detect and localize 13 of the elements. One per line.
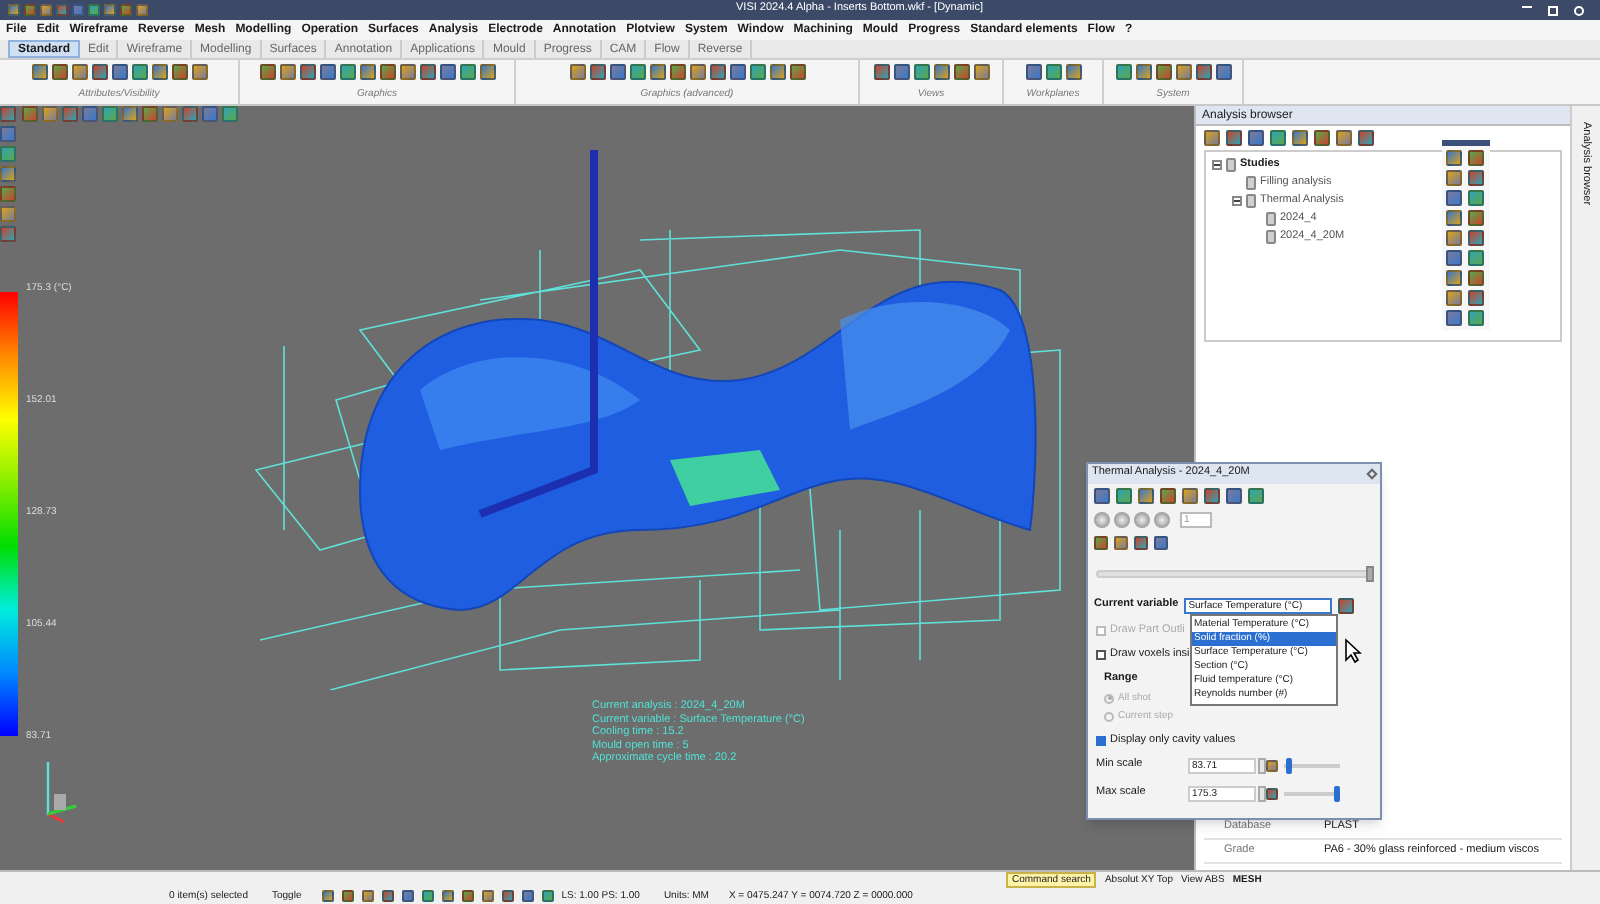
- expander-icon[interactable]: [1212, 160, 1222, 170]
- tool-icon[interactable]: [1338, 598, 1355, 614]
- timeline-slider-thumb[interactable]: [1366, 566, 1374, 582]
- checkbox[interactable]: [1096, 649, 1106, 660]
- expander-icon[interactable]: [1232, 196, 1242, 206]
- checkbox[interactable]: [1096, 735, 1106, 746]
- slider-thumb[interactable]: [1285, 757, 1291, 773]
- maximize-icon[interactable]: [1548, 5, 1558, 15]
- tool-icon[interactable]: [1266, 759, 1278, 771]
- tool-icon[interactable]: [1266, 787, 1278, 799]
- slider-thumb[interactable]: [1334, 785, 1340, 801]
- mouse-pointer-icon: [1344, 638, 1362, 664]
- minimize-icon[interactable]: [1522, 5, 1532, 7]
